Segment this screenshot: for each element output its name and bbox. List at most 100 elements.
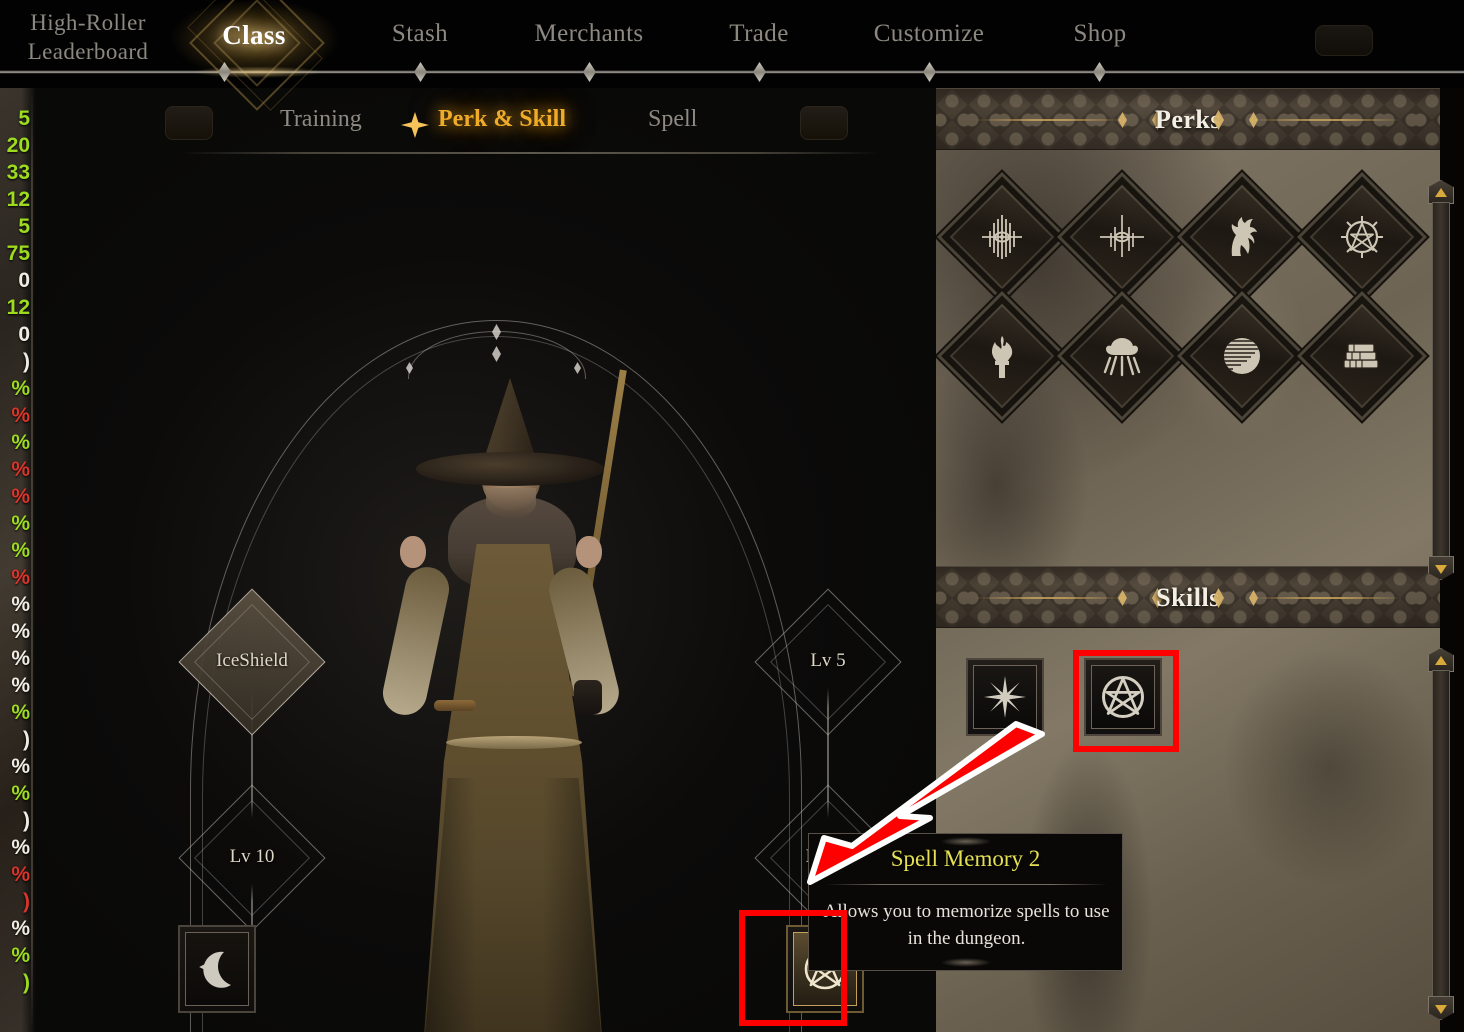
stat-value: %: [11, 485, 30, 508]
stat-value: %: [11, 458, 30, 481]
stat-value: %: [11, 377, 30, 400]
perk-diamond-frame: [1054, 288, 1190, 424]
flourish-left: [974, 119, 1124, 121]
robe-shading: [422, 778, 604, 1032]
nav-item-stash[interactable]: Stash: [350, 20, 490, 48]
stat-value: %: [11, 566, 30, 589]
stat-value: %: [11, 701, 30, 724]
perk-diamond-frame: [936, 288, 1070, 424]
hand-right: [576, 536, 602, 568]
perk-diamond-frame: [1054, 169, 1190, 305]
stat-value: 5: [18, 107, 30, 130]
sleeve-left: [378, 563, 454, 719]
stat-value: %: [11, 647, 30, 670]
perk-slot-feathered-eye[interactable]: [936, 169, 1070, 305]
perk-diamond-frame: [1174, 169, 1310, 305]
crescent-moon-icon: [199, 951, 231, 988]
tab-spell[interactable]: Spell: [648, 106, 697, 133]
skills-scrollbar[interactable]: [1428, 648, 1454, 1020]
perk-slot-striped-orb[interactable]: [1174, 288, 1310, 424]
tree-slot-crescent-moon[interactable]: [178, 925, 256, 1013]
character-stats-strip[interactable]: 5 20 33 12 5 75 0 12 0)%%%%%%%%%%%%%)%%)%%)%%): [0, 88, 36, 1032]
tree-node-lv10[interactable]: Lv 10: [178, 784, 326, 932]
perk-slot-torch-flame[interactable]: [936, 288, 1070, 424]
stat-value: %: [11, 431, 30, 454]
flourish-left: [974, 597, 1124, 599]
stat-value: %: [11, 539, 30, 562]
skills-panel-slot-pentagram[interactable]: [1084, 658, 1162, 736]
nav-divider-diamond-icon: [414, 62, 427, 82]
stat-value: ): [23, 890, 30, 913]
stat-value: 0: [18, 269, 30, 292]
skills-panel-slot-star[interactable]: [966, 658, 1044, 736]
nav-item-customize[interactable]: Customize: [842, 20, 1016, 48]
perk-diamond-frame: [1174, 288, 1310, 424]
tab-perk-and-skill[interactable]: Perk & Skill: [438, 106, 566, 133]
scroll-down-arrow-icon[interactable]: [1428, 556, 1454, 580]
spark-icon: [401, 112, 429, 138]
scroll-prop: [434, 700, 476, 711]
perk-diamond-frame: [1294, 169, 1430, 305]
prev-page-button[interactable]: [165, 106, 213, 140]
stat-value: %: [11, 944, 30, 967]
stat-value: %: [11, 836, 30, 859]
perk-slot-rampant-lion[interactable]: [1174, 169, 1310, 305]
belt-rope: [446, 736, 582, 749]
stat-value: 20: [6, 134, 30, 157]
flourish-dot-icon: [1118, 112, 1127, 128]
perks-scrollbar-thumb[interactable]: [1432, 202, 1450, 558]
tooltip-title: Spell Memory 2: [890, 846, 1041, 871]
scroll-down-arrow-icon[interactable]: [1428, 996, 1454, 1020]
perk-slot-stacked-books[interactable]: [1294, 288, 1430, 424]
scroll-up-arrow-icon[interactable]: [1428, 180, 1454, 204]
stat-value: 12: [6, 296, 30, 319]
nav-item-merchants[interactable]: Merchants: [502, 20, 676, 48]
stat-value: 75: [6, 242, 30, 265]
tree-slot-frame: [185, 932, 249, 1006]
nav-item-shop[interactable]: Shop: [1028, 20, 1172, 48]
stat-value: %: [11, 404, 30, 427]
skill-tooltip: Spell Memory 2 Allows you to memorize sp…: [808, 833, 1123, 971]
stat-value: 12: [6, 188, 30, 211]
tab-training[interactable]: Training: [280, 106, 362, 133]
skills-title-wrap: Skills: [936, 567, 1440, 627]
flourish-right: [1252, 119, 1402, 121]
perk-slot-winged-eye[interactable]: [1054, 169, 1190, 305]
skills-title: Skills: [1156, 583, 1220, 612]
character-model[interactable]: [372, 348, 652, 1032]
perks-title: Perks: [1154, 105, 1222, 134]
flourish-dot-icon: [1249, 112, 1258, 128]
tree-node-iceshield[interactable]: IceShield: [178, 588, 326, 736]
subnav-divider: [180, 152, 880, 154]
flourish-right: [1252, 597, 1402, 599]
stat-value: %: [11, 863, 30, 886]
nav-divider-glow: [168, 64, 348, 80]
nav-divider-diamond-icon: [583, 62, 596, 82]
stat-value: %: [11, 674, 30, 697]
nav-divider-diamond-icon: [923, 62, 936, 82]
nav-label-line1: High-Roller: [30, 10, 146, 35]
stat-value: %: [11, 917, 30, 940]
stat-value: %: [11, 512, 30, 535]
beard: [486, 488, 536, 518]
nav-hint-button[interactable]: [1315, 25, 1373, 56]
perk-slot-pentacle-wheel[interactable]: [1294, 169, 1430, 305]
stat-value: %: [11, 620, 30, 643]
tree-node-lv5[interactable]: Lv 5: [754, 588, 902, 736]
stat-value: %: [11, 755, 30, 778]
nav-item-trade[interactable]: Trade: [686, 20, 832, 48]
character-tree-stage: IceShield Lv 5 Lv 10 Lv 15: [36, 88, 936, 1032]
perk-slot-burst-explosion[interactable]: [1054, 288, 1190, 424]
nav-item-class[interactable]: Class: [190, 20, 318, 51]
stat-value: ): [23, 971, 30, 994]
scroll-up-arrow-icon[interactable]: [1428, 648, 1454, 672]
next-page-button[interactable]: [800, 106, 848, 140]
nav-item-high-roller-leaderboard[interactable]: High-Roller Leaderboard: [8, 8, 168, 66]
perk-diamond-frame: [936, 169, 1070, 305]
stat-value: ): [23, 809, 30, 832]
skills-scrollbar-thumb[interactable]: [1432, 670, 1450, 998]
stat-value: %: [11, 782, 30, 805]
eight-point-star-icon: [984, 676, 1026, 718]
perks-scrollbar[interactable]: [1428, 180, 1454, 580]
skill-slot-frame: [1091, 665, 1155, 729]
